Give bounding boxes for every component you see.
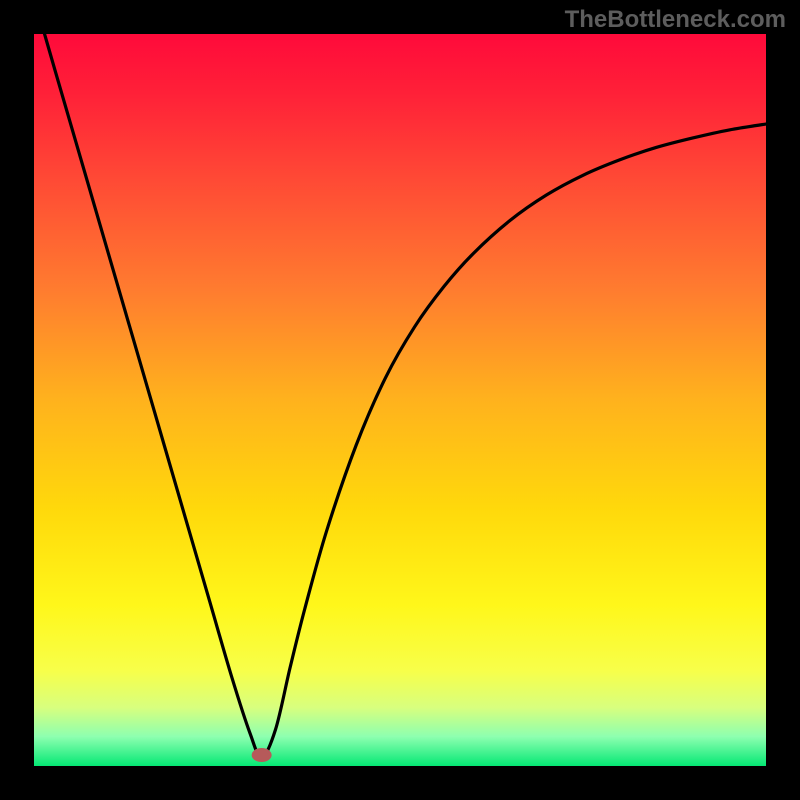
watermark-text: TheBottleneck.com [565, 6, 786, 34]
optimal-point-marker [252, 748, 272, 762]
plot-area [34, 34, 766, 766]
chart-frame: TheBottleneck.com [0, 0, 800, 800]
gradient-background [34, 34, 766, 766]
chart-svg [34, 34, 766, 766]
